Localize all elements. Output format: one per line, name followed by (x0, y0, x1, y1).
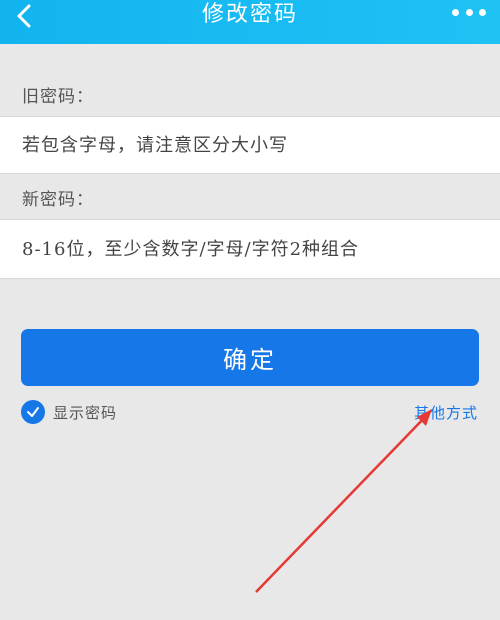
new-password-input[interactable] (22, 220, 490, 278)
old-password-row (0, 116, 500, 174)
checkmark-icon (27, 407, 39, 417)
new-password-label: 新密码： (22, 190, 94, 210)
show-password-label: 显示密码 (53, 403, 118, 422)
confirm-button[interactable]: 确定 (21, 329, 479, 386)
app-header: 修改密码 (0, 0, 500, 44)
more-dots-icon (465, 8, 473, 16)
new-password-row (0, 219, 500, 279)
show-password-toggle[interactable]: 显示密码 (21, 400, 117, 424)
more-button[interactable] (452, 2, 486, 22)
old-password-label: 旧密码： (22, 87, 94, 107)
other-methods-link[interactable]: 其他方式 (414, 402, 478, 423)
more-dots-icon (452, 8, 459, 16)
more-dots-icon (479, 8, 486, 16)
old-password-input[interactable] (22, 117, 490, 173)
page-title: 修改密码 (201, 2, 298, 27)
checkbox[interactable] (21, 400, 45, 424)
